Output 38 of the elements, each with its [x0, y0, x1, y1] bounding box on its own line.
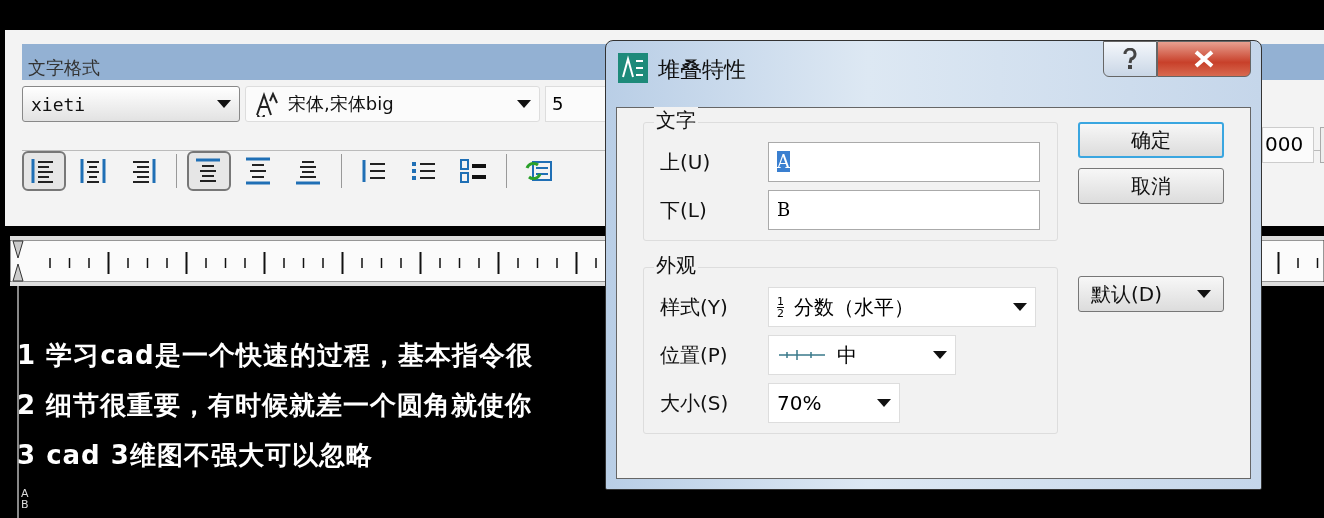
field-label: 位置(P) [660, 341, 729, 369]
caret-icon [1197, 290, 1211, 298]
text-line: 2 细节很重要，有时候就差一个圆角就使你 [17, 389, 533, 422]
dialog-button[interactable]: 取消 [1078, 168, 1224, 204]
text-field[interactable]: A [768, 142, 1040, 182]
position-dropdown[interactable]: 中 [768, 335, 956, 375]
help-button[interactable] [1103, 41, 1157, 77]
align-left-button[interactable] [22, 151, 66, 191]
field-label: 上(U) [660, 148, 712, 176]
app-icon [618, 53, 648, 83]
toolbar-title: 文字格式 [28, 58, 100, 78]
text-line: 3 cad 3维图不强大可以忽略 [17, 439, 373, 472]
width-field[interactable]: 000 [1262, 127, 1314, 163]
font-icon [254, 91, 280, 117]
caret-icon [877, 399, 891, 407]
field-label: 下(L) [660, 196, 708, 224]
text-line: 1 学习cad是一个快速的过程，基本指令很 [17, 339, 533, 372]
field-label: 样式(Y) [660, 293, 729, 321]
close-button[interactable] [1157, 41, 1251, 77]
defaults-button[interactable]: 默认(D) [1078, 276, 1224, 312]
close-icon [1193, 50, 1215, 68]
align-center-icon [79, 156, 109, 186]
position-icon [777, 347, 827, 363]
style-dropdown[interactable]: xieti [22, 86, 240, 122]
dialog-button[interactable]: 确定 [1078, 122, 1224, 158]
caret-icon [933, 351, 947, 359]
caret-icon [217, 100, 231, 108]
stacked-text: A B [21, 488, 29, 510]
font-dropdown[interactable]: 宋体,宋体big [245, 86, 540, 122]
field-label: 大小(S) [660, 389, 730, 417]
text-field[interactable]: B [768, 190, 1040, 230]
size-dropdown[interactable]: 70% [768, 383, 900, 423]
lettered-list-icon [459, 156, 489, 186]
valign-top-button[interactable] [187, 151, 231, 191]
caret-icon [517, 100, 531, 108]
help-icon [1122, 48, 1138, 70]
caret-icon [1013, 303, 1027, 311]
dialog-title: 堆叠特性 [658, 56, 746, 84]
